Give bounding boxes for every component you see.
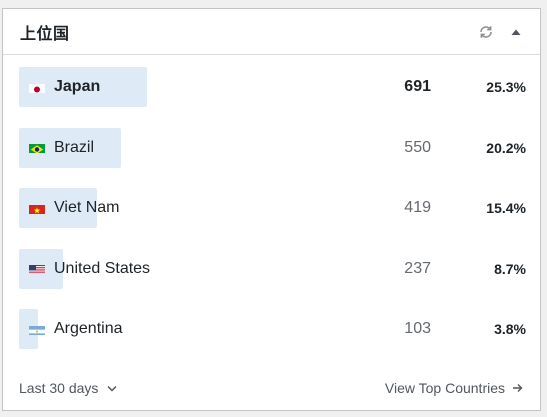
visitor-percent: 20.2% <box>486 139 526 156</box>
visitor-percent: 25.3% <box>486 79 526 95</box>
country-name: Viet Nam <box>54 199 120 216</box>
flag-japan-icon <box>29 82 45 93</box>
caret-up-icon[interactable] <box>506 22 526 42</box>
top-countries-widget: 上位国 Japan 691 25.3% Brazil 550 20.2% Vie… <box>2 8 541 411</box>
period-selector[interactable]: Last 30 days <box>19 380 385 396</box>
visitor-count: 691 <box>404 78 431 95</box>
visitor-count: 103 <box>404 320 431 337</box>
country-name: Japan <box>54 78 101 95</box>
country-row[interactable]: Brazil 550 20.2% <box>19 127 526 168</box>
arrow-right-icon <box>512 383 523 393</box>
country-row[interactable]: Japan 691 25.3% <box>19 67 526 107</box>
visitor-percent: 3.8% <box>494 321 526 337</box>
widget-footer: Last 30 days View Top Countries <box>3 380 540 396</box>
visitor-count: 419 <box>404 199 431 216</box>
refresh-icon[interactable] <box>476 22 496 42</box>
countries-list: Japan 691 25.3% Brazil 550 20.2% Viet Na… <box>3 55 540 349</box>
flag-brazil-icon <box>29 142 45 153</box>
view-top-countries-link[interactable]: View Top Countries <box>385 380 523 396</box>
widget-header: 上位国 <box>3 9 540 55</box>
country-name: Argentina <box>54 320 123 337</box>
view-link-label: View Top Countries <box>384 380 505 396</box>
country-row[interactable]: Viet Nam 419 15.4% <box>19 188 526 228</box>
visitor-percent: 15.4% <box>486 200 526 216</box>
visitor-count: 550 <box>404 138 431 156</box>
flag-vietnam-icon <box>29 203 45 214</box>
country-row[interactable]: Argentina 103 3.8% <box>19 309 526 349</box>
visitor-count: 237 <box>404 259 431 277</box>
period-label: Last 30 days <box>19 380 99 396</box>
flag-argentina-icon <box>29 324 45 335</box>
country-name: Brazil <box>54 138 95 156</box>
chevron-down-icon <box>107 385 117 392</box>
widget-title: 上位国 <box>20 25 70 43</box>
country-name: United States <box>54 259 151 277</box>
visitor-percent: 8.7% <box>494 260 526 277</box>
country-row[interactable]: United States 237 8.7% <box>19 248 526 289</box>
flag-united-states-icon <box>29 263 45 274</box>
